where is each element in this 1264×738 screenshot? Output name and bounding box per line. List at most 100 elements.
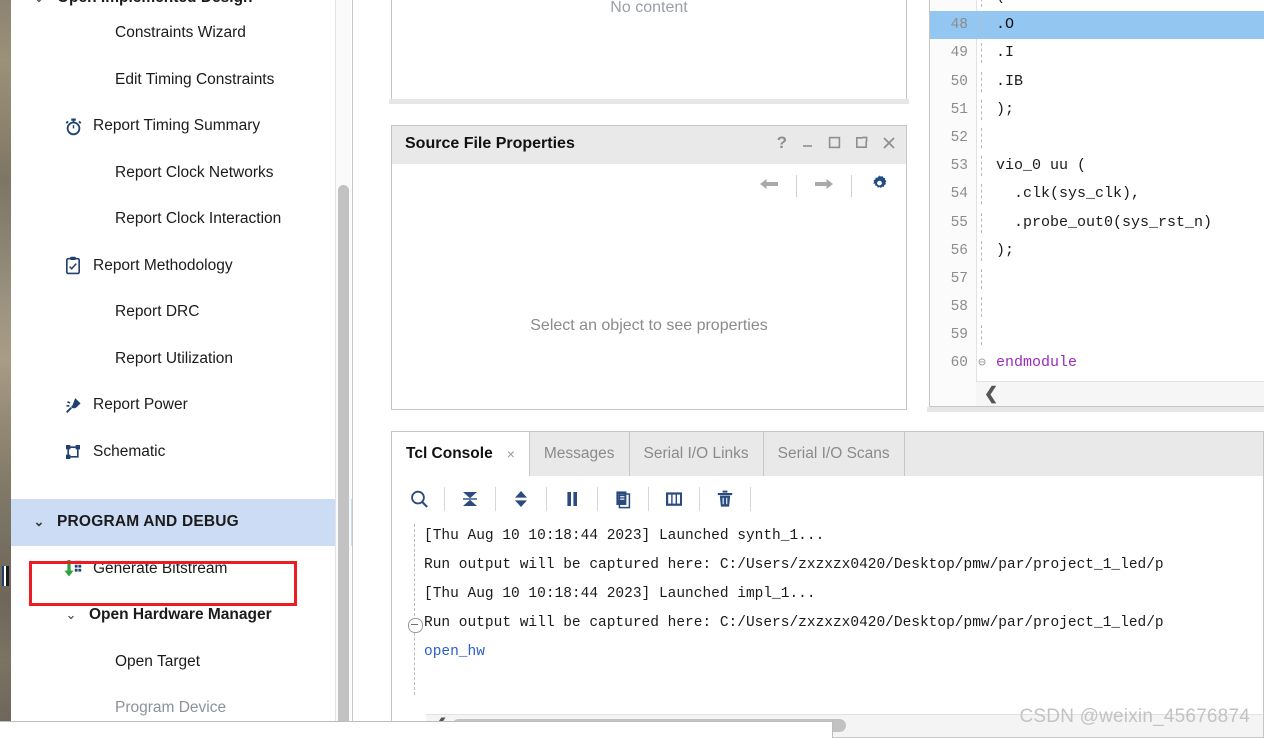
code-line[interactable]: 51); xyxy=(930,96,1264,124)
toolbar-separator xyxy=(796,175,797,197)
forward-arrow-icon[interactable] xyxy=(809,176,839,197)
tab-serial-i-o-links[interactable]: Serial I/O Links xyxy=(630,432,764,476)
sidebar-item-report-methodology[interactable]: Report Methodology xyxy=(11,243,352,290)
sidebar-scrollbar-track[interactable] xyxy=(335,0,351,737)
pause-icon[interactable] xyxy=(553,483,591,515)
sidebar-item-label: Schematic xyxy=(93,442,166,460)
line-number: 60 xyxy=(950,355,968,372)
code-text: .probe_out0(sys_rst_n) xyxy=(996,213,1213,231)
toolbar-separator xyxy=(851,175,852,197)
desktop-icon-fragment xyxy=(2,566,9,586)
toolbar-separator xyxy=(495,487,496,511)
settings-gear-icon[interactable] xyxy=(864,174,894,198)
code-editor-panel[interactable]: 47 ( 48 .O 49 .I 50 .IB 51); 52 53 vio_0 uu (54 .cl… xyxy=(929,0,1264,407)
properties-body: Select an object to see properties xyxy=(392,212,906,409)
sidebar-item-edit-timing-constraints[interactable]: Edit Timing Constraints xyxy=(11,57,352,104)
code-line[interactable]: 55 .probe_out0(sys_rst_n) xyxy=(930,209,1264,237)
indent-guide xyxy=(981,268,982,289)
sidebar-item-report-drc[interactable]: Report DRC xyxy=(11,289,352,336)
float-window-icon[interactable] xyxy=(855,136,868,149)
sidebar-item-generate-bitstream[interactable]: Generate Bitstream xyxy=(11,546,352,593)
tab-label: Serial I/O Scans xyxy=(777,445,890,462)
copy-icon[interactable] xyxy=(604,483,642,515)
code-line[interactable]: 52 xyxy=(930,124,1264,152)
line-number: 47 xyxy=(930,0,968,11)
sidebar-item-report-utilization[interactable]: Report Utilization xyxy=(11,336,352,383)
indent-guide xyxy=(981,325,982,346)
properties-toolbar xyxy=(392,164,906,213)
fold-collapse-icon[interactable]: ⊖ xyxy=(974,349,990,377)
search-icon[interactable] xyxy=(400,483,438,515)
code-line[interactable]: 49 .I xyxy=(930,39,1264,67)
tab-tcl-console[interactable]: Tcl Console × xyxy=(392,432,530,476)
panel-title: Source File Properties xyxy=(405,135,575,152)
source-file-properties-panel: Source File Properties ? Select an objec… xyxy=(391,125,907,410)
fold-collapse-icon[interactable] xyxy=(408,618,423,633)
collapse-all-icon[interactable] xyxy=(451,483,489,515)
sidebar-item-constraints-wizard[interactable]: Constraints Wizard xyxy=(11,10,352,57)
chevron-down-icon[interactable]: ⌄ xyxy=(29,0,49,6)
sidebar-item-label: Report Power xyxy=(93,396,188,414)
tcl-console-panel: Tcl Console × Messages Serial I/O Links Seri… xyxy=(391,431,1264,738)
code-text: .O xyxy=(996,16,1015,34)
line-number: 57 xyxy=(950,270,968,287)
console-tab-strip[interactable]: Tcl Console × Messages Serial I/O Links Seri… xyxy=(392,432,1263,477)
columns-icon[interactable] xyxy=(655,483,693,515)
panel-title-bar: Source File Properties ? xyxy=(392,126,906,165)
code-line[interactable]: 57 xyxy=(930,265,1264,293)
sidebar-item-report-clock-networks[interactable]: Report Clock Networks xyxy=(11,150,352,197)
toolbar-separator xyxy=(750,487,751,511)
no-content-label: No content xyxy=(610,0,688,16)
sidebar-item-open-target[interactable]: Open Target xyxy=(11,639,352,686)
code-horizontal-scrollbar[interactable]: ❮ xyxy=(976,381,1264,406)
chevron-down-icon[interactable]: ⌄ xyxy=(29,514,49,530)
app-window: ⌄ Open Implemented Design Constraints Wi… xyxy=(0,0,1264,738)
flow-navigator-sidebar[interactable]: ⌄ Open Implemented Design Constraints Wi… xyxy=(11,0,353,737)
scroll-left-icon[interactable]: ❮ xyxy=(984,384,998,404)
panel-divider xyxy=(927,407,1264,412)
chevron-down-icon[interactable]: ⌄ xyxy=(61,607,81,623)
code-line[interactable]: 60 ⊖ endmodule xyxy=(930,349,1264,377)
sidebar-item-report-clock-interaction[interactable]: Report Clock Interaction xyxy=(11,196,352,243)
trash-icon[interactable] xyxy=(706,483,744,515)
sidebar-scrollbar-thumb[interactable] xyxy=(338,185,349,737)
toolbar-separator xyxy=(699,487,700,511)
close-tab-icon[interactable]: × xyxy=(507,446,515,462)
sidebar-item-report-timing-summary[interactable]: Report Timing Summary xyxy=(11,103,352,150)
sidebar-item-label: Edit Timing Constraints xyxy=(115,70,275,88)
schematic-icon xyxy=(61,443,85,461)
code-lines[interactable]: 47 ( 48 .O 49 .I 50 .IB 51); 52 53 vio_0 uu (54 .cl… xyxy=(930,0,1264,406)
close-icon[interactable] xyxy=(882,136,896,150)
code-line[interactable]: 47 ( xyxy=(930,0,1264,11)
sidebar-section-program-and-debug[interactable]: ⌄ PROGRAM AND DEBUG xyxy=(11,499,352,546)
line-number: 51 xyxy=(950,101,968,118)
indent-guide xyxy=(981,43,982,64)
sidebar-item-open-hardware-manager[interactable]: ⌄ Open Hardware Manager xyxy=(11,592,352,639)
back-arrow-icon[interactable] xyxy=(754,176,784,197)
code-line[interactable]: 58 xyxy=(930,293,1264,321)
code-line[interactable]: 53 vio_0 uu ( xyxy=(930,152,1264,180)
code-line[interactable]: 59 xyxy=(930,321,1264,349)
code-line[interactable]: 48 .O xyxy=(930,11,1264,40)
maximize-icon[interactable] xyxy=(828,136,841,149)
line-number: 48 xyxy=(950,17,968,34)
sidebar-item-schematic[interactable]: Schematic xyxy=(11,429,352,476)
expand-all-icon[interactable] xyxy=(502,483,540,515)
tab-label: Tcl Console xyxy=(406,445,493,462)
code-line[interactable]: 50 .IB xyxy=(930,68,1264,96)
tab-messages[interactable]: Messages xyxy=(530,432,630,476)
indent-guide xyxy=(981,297,982,318)
tab-label: Messages xyxy=(543,445,615,462)
minimize-icon[interactable] xyxy=(801,136,814,149)
sidebar-item-report-power[interactable]: Report Power xyxy=(11,382,352,429)
sidebar-item-open-implemented-design[interactable]: ⌄ Open Implemented Design xyxy=(11,0,352,10)
code-line[interactable]: 54 .clk(sys_clk), xyxy=(930,180,1264,208)
console-output-area[interactable]: [Thu Aug 10 10:18:44 2023] Launched synt… xyxy=(392,522,1263,737)
tab-serial-i-o-scans[interactable]: Serial I/O Scans xyxy=(764,432,905,476)
toolbar-separator xyxy=(444,487,445,511)
watermark-text: CSDN @weixin_45676874 xyxy=(1019,706,1250,727)
power-plug-icon xyxy=(61,396,85,415)
console-lines: [Thu Aug 10 10:18:44 2023] Launched synt… xyxy=(422,522,1263,737)
help-icon[interactable]: ? xyxy=(777,134,787,151)
code-line[interactable]: 56); xyxy=(930,237,1264,265)
